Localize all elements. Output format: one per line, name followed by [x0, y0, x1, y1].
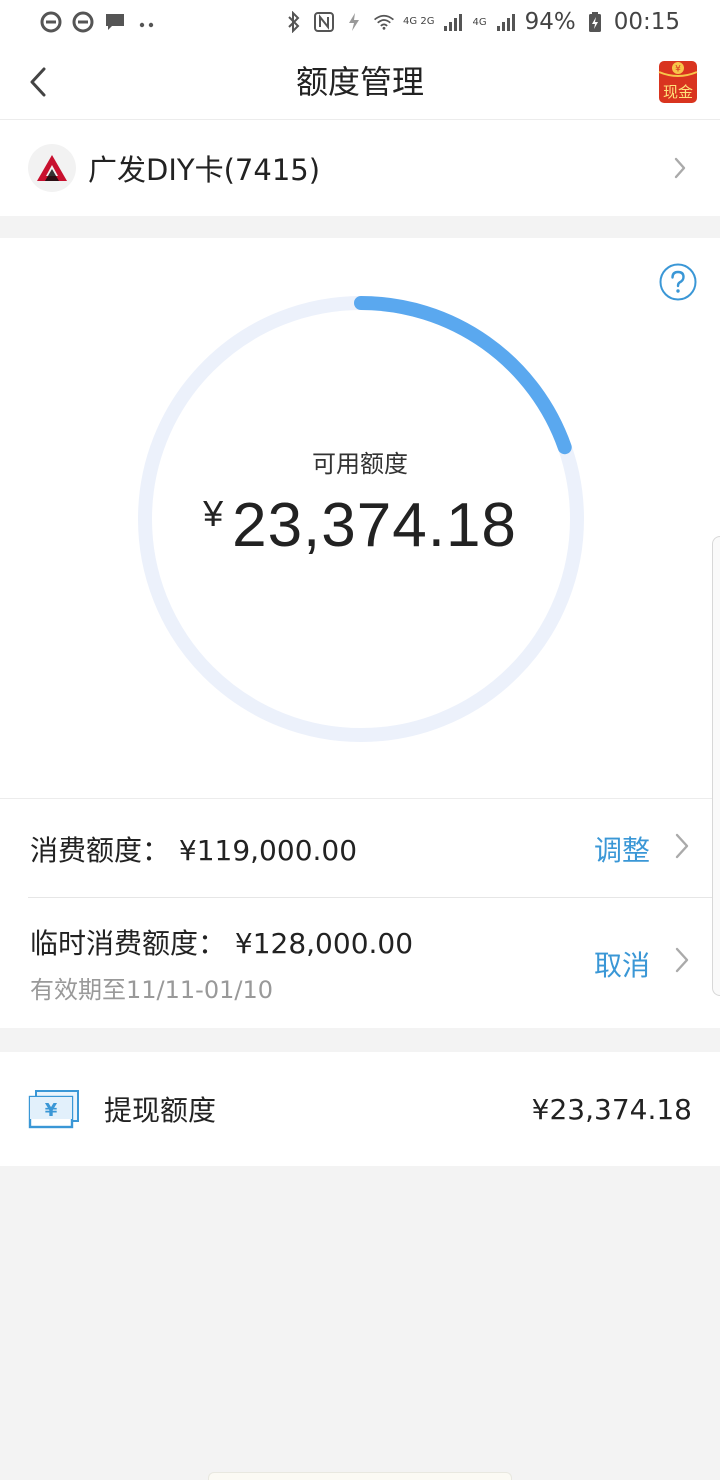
- available-amount-value: 23,374.18: [232, 491, 517, 560]
- bottom-handle[interactable]: [208, 1472, 512, 1480]
- temp-limit-validity: 有效期至11/11-01/10: [30, 976, 273, 1004]
- available-limit-amount: ¥23,374.18: [0, 490, 720, 561]
- clock: 00:15: [613, 9, 680, 35]
- status-bar: 4G 2G 4G 94% 00:15: [0, 0, 720, 44]
- cash-badge-button[interactable]: ¥ 现金: [658, 60, 698, 104]
- svg-text:现金: 现金: [663, 83, 693, 101]
- nfc-icon: [313, 11, 335, 33]
- cash-red-packet-icon: ¥ 现金: [658, 61, 698, 103]
- message-icon: [104, 11, 126, 33]
- e-browser-icon: [40, 11, 62, 33]
- svg-text:¥: ¥: [45, 1100, 58, 1121]
- card-selector[interactable]: 广发DIY卡(7415): [0, 120, 720, 216]
- status-left-icons: [40, 11, 158, 33]
- network-type-2: 4G: [472, 16, 487, 28]
- temp-limit-row[interactable]: 临时消费额度： ¥128,000.00 有效期至11/11-01/10 取消: [0, 898, 720, 1029]
- data-saver-icon: [343, 11, 365, 33]
- available-limit-label: 可用额度: [312, 450, 408, 478]
- consume-limit-row[interactable]: 消费额度： ¥119,000.00 调整: [0, 799, 720, 898]
- available-limit-panel: 可用额度 ¥23,374.18: [0, 238, 720, 798]
- chevron-right-icon: [672, 945, 692, 975]
- cgb-logo-icon: [37, 155, 67, 181]
- bank-logo: [28, 144, 76, 192]
- svg-text:¥: ¥: [675, 65, 681, 75]
- limits-list: 消费额度： ¥119,000.00 调整 临时消费额度： ¥128,000.00…: [0, 798, 720, 1028]
- adjust-link[interactable]: 调整: [594, 829, 650, 869]
- edge-panel-handle[interactable]: [712, 536, 720, 996]
- currency-symbol: ¥: [203, 493, 225, 534]
- cancel-link[interactable]: 取消: [594, 944, 650, 984]
- battery-icon: [584, 11, 606, 33]
- question-icon: [659, 263, 697, 301]
- e-browser-icon: [72, 11, 94, 33]
- signal-4g-icon: [442, 11, 464, 33]
- cash-yen-icon: ¥: [28, 1089, 80, 1129]
- wifi-icon: [373, 11, 395, 33]
- withdraw-label: 提现额度: [104, 1094, 217, 1127]
- page-title: 额度管理: [295, 63, 424, 101]
- battery-percent: 94%: [524, 9, 576, 35]
- card-name: 广发DIY卡(7415): [88, 153, 321, 187]
- more-dots-icon: [136, 11, 158, 33]
- withdraw-limit-row[interactable]: ¥ 提现额度 ¥23,374.18: [0, 1052, 720, 1166]
- status-right-icons: 4G 2G 4G 94% 00:15: [283, 9, 680, 35]
- signal-4g-icon: [495, 11, 517, 33]
- help-button[interactable]: [658, 262, 698, 302]
- chevron-right-icon: [668, 156, 692, 180]
- chevron-right-icon: [672, 831, 692, 861]
- withdraw-amount: ¥23,374.18: [531, 1092, 692, 1126]
- consume-limit-text: 消费额度： ¥119,000.00: [30, 834, 358, 867]
- network-type-1: 4G 2G: [403, 16, 435, 27]
- temp-limit-text: 临时消费额度： ¥128,000.00: [30, 927, 414, 960]
- bluetooth-icon: [283, 11, 305, 33]
- app-header: 额度管理 ¥ 现金: [0, 44, 720, 120]
